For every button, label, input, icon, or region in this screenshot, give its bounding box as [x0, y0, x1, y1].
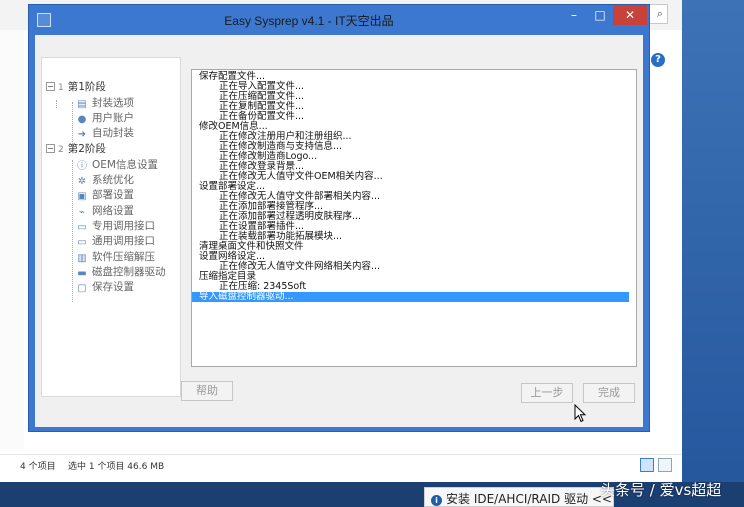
notification-toast[interactable]: i 安装 IDE/AHCI/RAID 驱动 << [424, 487, 614, 507]
info-icon: i [431, 495, 442, 506]
tree-item-disk-controller-driver[interactable]: ▬ 磁盘控制器驱动 [76, 265, 165, 280]
package-icon: ▤ [77, 99, 87, 110]
desktop-background [682, 0, 744, 507]
info-icon: ⓘ [77, 161, 87, 172]
large-icons-view-icon[interactable] [658, 458, 672, 472]
interface-icon: ▭ [77, 237, 87, 248]
explorer-statusbar: 4 个项目 选中 1 个项目 46.6 MB [0, 454, 682, 476]
selected-info-label: 选中 1 个项目 46.6 MB [68, 462, 165, 472]
tree-connector [56, 100, 57, 108]
tree-item-auto-package[interactable]: ➜ 自动封装 [76, 126, 134, 141]
tree-item-general-interface[interactable]: ▭ 通用调用接口 [76, 234, 155, 249]
toast-text: 安装 IDE/AHCI/RAID 驱动 << [446, 492, 612, 506]
tree-item-save-settings[interactable]: ▢ 保存设置 [76, 280, 134, 295]
tree-item-deploy-settings[interactable]: ▣ 部署设置 [76, 188, 134, 203]
step-tree: −1 第1阶段 ▤ 封装选项 ● 用户账户 ➜ 自动封装 −2 第2阶段 ⓘ OEM信息设置… [41, 57, 181, 397]
disk-icon: ▬ [77, 268, 87, 279]
watermark: 头条号 / 爱vs超超 [600, 481, 722, 499]
arrow-icon: ➜ [77, 129, 87, 140]
search-icon[interactable]: ⌕ [657, 7, 663, 21]
tree-item-special-interface[interactable]: ▭ 专用调用接口 [76, 219, 155, 234]
tree-stage-2[interactable]: −2 第2阶段 [46, 142, 106, 157]
tree-stage-1[interactable]: −1 第1阶段 [46, 80, 106, 95]
dialog-client-area: −1 第1阶段 ▤ 封装选项 ● 用户账户 ➜ 自动封装 −2 第2阶段 ⓘ OEM信息设置… [35, 35, 643, 427]
user-icon: ● [77, 114, 87, 125]
maximize-button[interactable]: □ [587, 5, 613, 25]
progress-log[interactable]: 保存配置文件... 正在导入配置文件... 正在压缩配置文件... 正在复制配置文件.… [191, 69, 637, 367]
tree-item-user-accounts[interactable]: ● 用户账户 [76, 111, 134, 126]
details-view-icon[interactable] [640, 458, 654, 472]
help-button[interactable]: 帮助 [181, 381, 233, 401]
network-icon: ⌁ [78, 207, 86, 218]
tree-item-software-compress[interactable]: ▥ 软件压缩解压 [76, 250, 155, 265]
minimize-button[interactable]: – [561, 5, 587, 25]
tree-item-network-settings[interactable]: ⌁ 网络设置 [76, 204, 134, 219]
previous-button[interactable]: 上一步 [521, 383, 573, 403]
collapse-icon[interactable]: − [46, 144, 55, 153]
explorer-nav-strip [0, 30, 24, 450]
save-icon: ▢ [77, 283, 87, 294]
close-button[interactable]: ✕ [613, 5, 647, 25]
item-count-label: 4 个项目 [20, 462, 56, 472]
title-bar[interactable]: Easy Sysprep v4.1 - IT天空出品 – □ ✕ [29, 5, 649, 35]
easy-sysprep-window: Easy Sysprep v4.1 - IT天空出品 – □ ✕ −1 第1阶段 … [28, 4, 650, 432]
gear-icon: ✲ [77, 176, 87, 187]
log-line-selected: 导入磁盘控制器驱动... [192, 292, 629, 302]
tree-connector [72, 160, 73, 302]
tree-item-packaging-options[interactable]: ▤ 封装选项 [76, 96, 134, 111]
window-title: Easy Sysprep v4.1 - IT天空出品 [224, 14, 394, 28]
interface-icon: ▭ [77, 222, 87, 233]
finish-button[interactable]: 完成 [583, 383, 635, 403]
tree-item-oem-info[interactable]: ⓘ OEM信息设置 [76, 158, 158, 173]
help-icon[interactable]: ? [651, 53, 665, 67]
deploy-icon: ▣ [77, 191, 87, 202]
mouse-cursor-icon [574, 404, 587, 423]
archive-icon: ▥ [77, 253, 87, 264]
collapse-icon[interactable]: − [46, 82, 55, 91]
tree-item-system-optimize[interactable]: ✲ 系统优化 [76, 173, 134, 188]
